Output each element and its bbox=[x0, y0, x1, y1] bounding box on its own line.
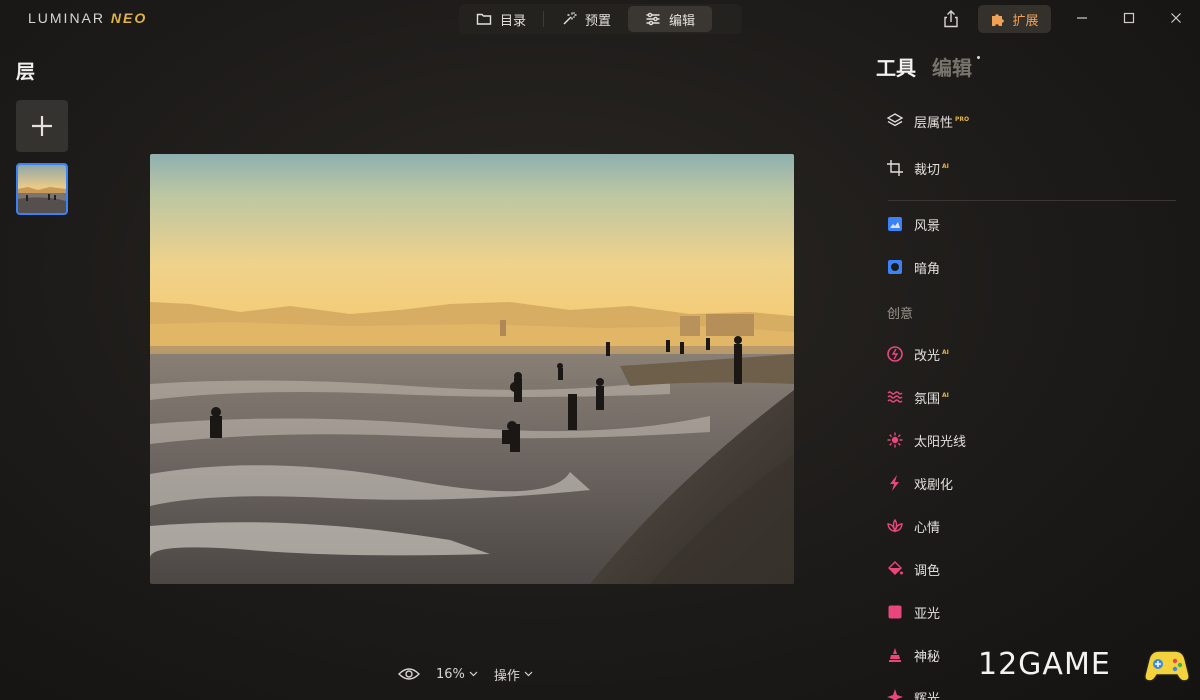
mode-edit-button[interactable]: 编辑 bbox=[628, 6, 713, 32]
tab-tools[interactable]: 工具 bbox=[876, 52, 916, 81]
puzzle-icon bbox=[992, 14, 1005, 26]
tool-mystical[interactable]: 神秘 bbox=[886, 644, 940, 666]
tool-mood[interactable]: 心情 bbox=[886, 515, 940, 537]
tool-matte[interactable]: 亚光 bbox=[886, 601, 940, 623]
actions-label: 操作 bbox=[493, 668, 520, 684]
folder-icon bbox=[476, 13, 492, 25]
sun-icon bbox=[887, 432, 903, 448]
tool-color-harmony[interactable]: 调色 bbox=[886, 558, 940, 580]
tool-label: 神秘 bbox=[914, 649, 941, 665]
tools-divider bbox=[888, 200, 1176, 201]
sparkle-icon bbox=[887, 689, 903, 700]
layer-thumbnail[interactable] bbox=[16, 163, 68, 215]
add-layer-button[interactable] bbox=[16, 100, 68, 152]
tool-landscape[interactable]: 风景 bbox=[886, 213, 940, 235]
tool-label: 亚光 bbox=[914, 606, 941, 622]
paint-bucket-icon bbox=[888, 561, 903, 575]
tool-label: 太阳光线 bbox=[914, 434, 967, 450]
minimize-icon[interactable] bbox=[1074, 10, 1090, 26]
matte-square-icon bbox=[888, 605, 902, 619]
gamepad-icon bbox=[1144, 650, 1190, 682]
tool-label: 裁切 bbox=[914, 162, 941, 178]
sliders-icon bbox=[646, 12, 660, 26]
tool-label: 心情 bbox=[914, 520, 941, 536]
close-icon[interactable] bbox=[1168, 10, 1184, 26]
tool-dramatic[interactable]: 戏剧化 bbox=[886, 472, 953, 494]
tool-badge: PRO bbox=[955, 115, 970, 123]
magic-wand-icon bbox=[563, 12, 577, 25]
extensions-label: 扩展 bbox=[1012, 13, 1039, 29]
tools-tabs: 工具 编辑 bbox=[876, 52, 980, 81]
chevron-down-icon bbox=[524, 671, 533, 677]
tool-layer-properties[interactable]: 层属性 PRO bbox=[886, 110, 969, 132]
tab-edits[interactable]: 编辑 bbox=[932, 52, 980, 81]
extensions-button[interactable]: 扩展 bbox=[978, 5, 1051, 33]
tool-sunrays[interactable]: 太阳光线 bbox=[886, 429, 966, 451]
zoom-dropdown[interactable]: 16% bbox=[436, 667, 478, 682]
tool-label: 暗角 bbox=[914, 261, 941, 277]
crop-icon bbox=[887, 160, 903, 176]
waves-icon bbox=[887, 391, 903, 403]
logo-main: LUMINAR bbox=[28, 10, 106, 26]
lotus-icon bbox=[887, 518, 903, 533]
tool-crop[interactable]: 裁切 AI bbox=[886, 157, 949, 179]
tool-badge: AI bbox=[942, 391, 949, 399]
logo-neo: NEO bbox=[110, 10, 148, 26]
zoom-value: 16% bbox=[436, 666, 465, 682]
tool-badge: AI bbox=[942, 348, 949, 356]
lightning-icon bbox=[890, 475, 899, 491]
mode-presets-label: 预置 bbox=[585, 13, 612, 29]
relight-icon bbox=[887, 346, 903, 362]
chevron-down-icon bbox=[469, 671, 478, 677]
top-bar: LUMINAR NEO 目录 预置 编辑 扩展 bbox=[0, 0, 1200, 38]
share-icon[interactable] bbox=[942, 9, 960, 29]
photo-canvas[interactable] bbox=[150, 154, 794, 584]
tool-label: 层属性 bbox=[914, 115, 954, 131]
creative-section-label: 创意 bbox=[887, 307, 914, 322]
mystical-icon bbox=[889, 648, 901, 662]
mode-catalog-label: 目录 bbox=[500, 13, 527, 29]
layers-title: 层 bbox=[16, 61, 36, 83]
layers-stack-icon bbox=[886, 113, 904, 127]
eye-icon[interactable] bbox=[398, 667, 420, 681]
mode-edit-label: 编辑 bbox=[669, 13, 696, 29]
tool-label: 氛围 bbox=[914, 391, 941, 407]
tool-badge: AI bbox=[942, 162, 949, 170]
watermark-text: 12GAME bbox=[978, 647, 1111, 682]
actions-dropdown[interactable]: 操作 bbox=[494, 665, 533, 684]
tool-label: 调色 bbox=[914, 563, 941, 579]
tool-label: 风景 bbox=[914, 218, 941, 234]
plus-icon bbox=[32, 116, 52, 136]
vignette-icon bbox=[888, 260, 902, 274]
tool-label: 戏剧化 bbox=[914, 477, 954, 493]
tool-label: 改光 bbox=[914, 348, 941, 364]
maximize-icon[interactable] bbox=[1121, 10, 1137, 26]
tool-label: 辉光 bbox=[914, 691, 941, 700]
tool-glow[interactable]: 辉光 bbox=[886, 686, 940, 700]
mode-catalog-button[interactable]: 目录 bbox=[459, 6, 543, 32]
mode-presets-button[interactable]: 预置 bbox=[544, 6, 628, 32]
layer-thumbnail-image bbox=[18, 165, 66, 213]
tool-atmosphere[interactable]: 氛围 AI bbox=[886, 386, 949, 408]
landscape-icon bbox=[888, 217, 902, 231]
canvas-bottom-bar: 16% 操作 bbox=[398, 663, 533, 685]
mode-switcher: 目录 预置 编辑 bbox=[459, 4, 742, 34]
tool-relight[interactable]: 改光 AI bbox=[886, 343, 949, 365]
tool-vignette[interactable]: 暗角 bbox=[886, 256, 940, 278]
beach-photo bbox=[150, 154, 794, 584]
app-logo: LUMINAR NEO bbox=[28, 10, 147, 26]
